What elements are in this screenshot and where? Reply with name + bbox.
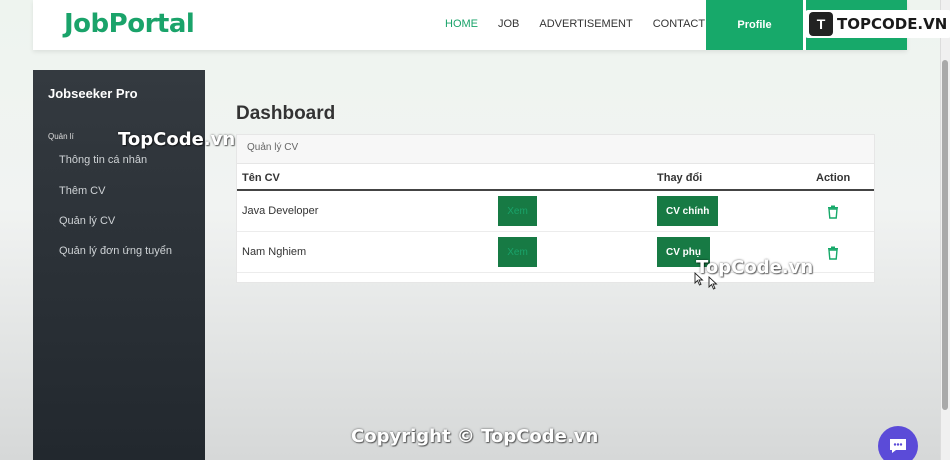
brand-logo[interactable]: JobPortal (64, 9, 195, 39)
trash-icon[interactable] (826, 246, 840, 260)
topcode-logo-text: TOPCODE.VN (837, 15, 948, 33)
topcode-icon: T (809, 12, 833, 36)
scrollbar-thumb[interactable] (942, 60, 948, 410)
sidebar-item-manage-applications[interactable]: Quản lý đơn ứng tuyển (59, 245, 172, 257)
nav-advertisement[interactable]: ADVERTISEMENT (539, 18, 632, 30)
sidebar-section-label: Quản lí (48, 132, 74, 141)
page-title: Dashboard (236, 103, 336, 124)
view-button[interactable]: Xem (498, 237, 537, 267)
column-change: Thay đổi (657, 172, 703, 184)
nav-job[interactable]: JOB (498, 18, 519, 30)
chat-widget-button[interactable] (878, 426, 918, 460)
sidebar-item-add-cv[interactable]: Thêm CV (59, 185, 105, 197)
table-header: Tên CV Thay đổi Action (237, 164, 874, 191)
primary-cv-button[interactable]: CV chính (657, 196, 719, 226)
cv-name: Java Developer (242, 205, 319, 217)
sidebar-item-manage-cv[interactable]: Quản lý CV (59, 215, 115, 227)
sidebar: Jobseeker Pro Quản lí Thông tin cá nhân … (33, 70, 205, 460)
table-row: Nam Nghiem Xem CV phụ (237, 232, 874, 273)
card-header: Quản lý CV (237, 135, 874, 164)
table-row: Java Developer Xem CV chính (237, 191, 874, 232)
trash-icon[interactable] (826, 205, 840, 219)
mouse-cursor-icon (708, 276, 718, 290)
nav-home[interactable]: HOME (445, 18, 478, 30)
profile-button[interactable]: Profile (706, 0, 803, 50)
cv-name: Nam Nghiem (242, 246, 307, 258)
main-content: Dashboard Quản lý CV Tên CV Thay đổi Act… (205, 70, 907, 460)
secondary-cv-button[interactable]: CV phụ (657, 237, 710, 267)
column-cv-name: Tên CV (242, 172, 280, 184)
view-button[interactable]: Xem (498, 196, 537, 226)
sidebar-title: Jobseeker Pro (48, 86, 138, 101)
page-scrollbar[interactable] (940, 0, 950, 460)
topcode-watermark-logo: T TOPCODE.VN (805, 10, 950, 38)
cv-card: Quản lý CV Tên CV Thay đổi Action Java D… (236, 134, 875, 283)
chat-icon (890, 439, 906, 453)
nav-contact[interactable]: CONTACT (653, 18, 705, 30)
column-action: Action (816, 172, 851, 184)
mouse-cursor-icon (694, 272, 704, 286)
top-navbar: JobPortal HOME JOB ADVERTISEMENT CONTACT… (33, 0, 907, 50)
sidebar-item-profile-info[interactable]: Thông tin cá nhân (59, 154, 147, 166)
nav-links: HOME JOB ADVERTISEMENT CONTACT (445, 18, 705, 30)
